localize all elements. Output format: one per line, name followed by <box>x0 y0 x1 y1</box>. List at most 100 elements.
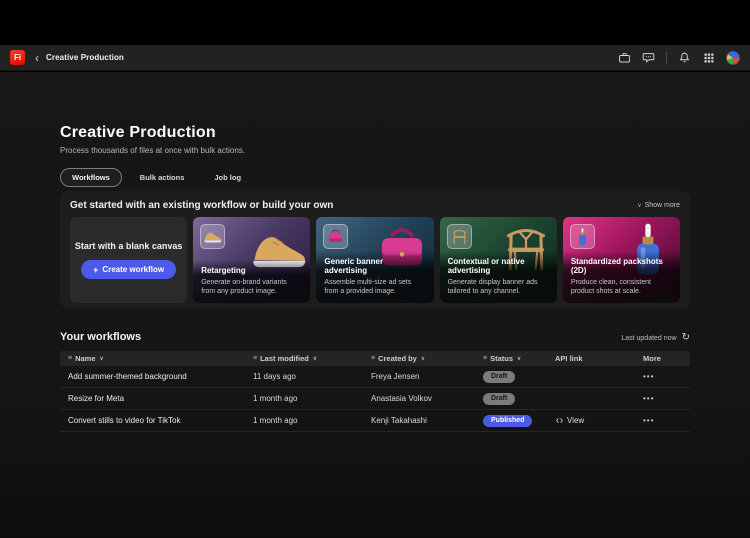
workflow-name[interactable]: Add summer-themed background <box>60 372 245 381</box>
template-card-generic-banner[interactable]: Generic banner advertising Assemble mult… <box>316 217 433 303</box>
appbar-divider <box>666 52 667 64</box>
handbag-thumb-icon <box>326 227 345 246</box>
blank-canvas-title: Start with a blank canvas <box>75 241 183 251</box>
page-subtitle: Process thousands of files at once with … <box>60 146 690 155</box>
api-link-label: View <box>567 416 584 425</box>
filter-icon: ≡ <box>68 355 72 362</box>
chevron-down-icon: ∨ <box>100 356 104 362</box>
workflow-name[interactable]: Convert stills to video for TikTok <box>60 416 245 425</box>
template-cards: Start with a blank canvas + Create workf… <box>70 217 680 303</box>
last-updated: Last updated now ↻ <box>621 333 690 343</box>
tab-bulk-actions[interactable]: Bulk actions <box>128 168 197 187</box>
workflows-table: ≡ Name ∨ ≡ Last modified ∨ ≡ Created by … <box>60 351 690 432</box>
column-label: Created by <box>378 354 417 363</box>
filter-icon: ≡ <box>483 355 487 362</box>
card-title: Contextual or native advertising <box>448 257 549 275</box>
api-link-view[interactable]: View <box>555 416 584 425</box>
chevron-down-icon: ∨ <box>517 356 521 362</box>
workflow-last-modified: 11 days ago <box>245 372 363 381</box>
breadcrumb: Creative Production <box>46 53 124 62</box>
column-label: Status <box>490 354 513 363</box>
card-title: Generic banner advertising <box>324 257 425 275</box>
workflow-name[interactable]: Resize for Meta <box>60 394 245 403</box>
workflow-last-modified: 1 month ago <box>245 416 363 425</box>
generic-banner-thumbnail <box>323 224 348 249</box>
retargeting-text: Retargeting Generate on-brand variants f… <box>193 260 310 303</box>
column-header-more: More <box>635 354 690 363</box>
more-actions-icon[interactable]: ••• <box>643 394 654 403</box>
template-card-packshots[interactable]: Standardized packshots (2D) Produce clea… <box>563 217 680 303</box>
status-badge: Draft <box>483 371 515 383</box>
column-label: More <box>643 354 661 363</box>
chair-thumb-icon <box>450 227 469 246</box>
show-more-label: Show more <box>645 202 680 209</box>
column-header-last-modified[interactable]: ≡ Last modified ∨ <box>245 354 363 363</box>
column-label: API link <box>555 354 583 363</box>
workspace-briefcase-icon[interactable] <box>618 51 631 64</box>
get-started-panel: Get started with an existing workflow or… <box>60 191 690 308</box>
workflow-created-by: Kenji Takahashi <box>363 416 475 425</box>
generic-banner-text: Generic banner advertising Assemble mult… <box>316 251 433 303</box>
filter-icon: ≡ <box>253 355 257 362</box>
firefly-logo-icon[interactable]: Fi <box>10 50 25 65</box>
feedback-chat-icon[interactable] <box>642 51 655 64</box>
column-label: Last modified <box>260 354 309 363</box>
column-header-name[interactable]: ≡ Name ∨ <box>60 354 245 363</box>
workflows-header: Your workflows Last updated now ↻ <box>60 331 690 343</box>
column-label: Name <box>75 354 95 363</box>
tab-job-log[interactable]: Job log <box>202 168 253 187</box>
create-workflow-button[interactable]: + Create workflow <box>81 260 176 279</box>
create-workflow-label: Create workflow <box>102 265 164 274</box>
workflow-last-modified: 1 month ago <box>245 394 363 403</box>
template-card-retargeting[interactable]: Retargeting Generate on-brand variants f… <box>193 217 310 303</box>
packshots-thumbnail <box>570 224 595 249</box>
filter-icon: ≡ <box>371 355 375 362</box>
card-title: Standardized packshots (2D) <box>571 257 672 275</box>
screen: Fi ‹ Creative Production <box>0 0 750 538</box>
packshots-text: Standardized packshots (2D) Produce clea… <box>563 251 680 303</box>
main-content: Creative Production Process thousands of… <box>0 72 750 538</box>
workflow-created-by: Freya Jensen <box>363 372 475 381</box>
bottle-thumb-icon <box>573 227 592 246</box>
more-actions-icon[interactable]: ••• <box>643 416 654 425</box>
code-link-icon <box>555 416 564 425</box>
app-launcher-grid-icon[interactable] <box>702 51 715 64</box>
contextual-thumbnail <box>447 224 472 249</box>
app-bar: Fi ‹ Creative Production <box>0 45 750 71</box>
last-updated-label: Last updated now <box>621 335 676 342</box>
blank-canvas-card[interactable]: Start with a blank canvas + Create workf… <box>70 217 187 303</box>
refresh-icon[interactable]: ↻ <box>682 333 690 343</box>
card-title: Retargeting <box>201 266 302 275</box>
workflow-created-by: Anastasia Volkov <box>363 394 475 403</box>
sneaker-thumb-icon <box>203 227 222 246</box>
card-description: Generate on-brand variants from any prod… <box>201 278 302 296</box>
table-row[interactable]: Resize for Meta 1 month ago Anastasia Vo… <box>60 388 690 410</box>
card-description: Assemble multi-size ad sets from a provi… <box>324 278 425 296</box>
user-avatar[interactable] <box>726 51 740 65</box>
status-badge: Published <box>483 415 532 427</box>
tab-workflows[interactable]: Workflows <box>60 168 122 187</box>
workflows-title: Your workflows <box>60 331 141 343</box>
card-description: Generate display banner ads tailored to … <box>448 278 549 296</box>
chevron-down-icon: ∨ <box>313 356 317 362</box>
notifications-bell-icon[interactable] <box>678 51 691 64</box>
app-bar-actions <box>618 51 740 65</box>
column-header-api-link: API link <box>547 354 635 363</box>
chevron-down-icon: ∨ <box>637 202 641 209</box>
chevron-down-icon: ∨ <box>421 356 425 362</box>
column-header-status[interactable]: ≡ Status ∨ <box>475 354 547 363</box>
status-badge: Draft <box>483 393 515 405</box>
show-more-button[interactable]: ∨ Show more <box>637 202 680 209</box>
column-header-created-by[interactable]: ≡ Created by ∨ <box>363 354 475 363</box>
contextual-text: Contextual or native advertising Generat… <box>440 251 557 303</box>
more-actions-icon[interactable]: ••• <box>643 372 654 381</box>
tab-bar: Workflows Bulk actions Job log <box>60 168 690 187</box>
back-chevron-icon[interactable]: ‹ <box>35 52 39 64</box>
get-started-title: Get started with an existing workflow or… <box>70 200 333 211</box>
page-title: Creative Production <box>60 124 690 142</box>
retargeting-thumbnail <box>200 224 225 249</box>
template-card-contextual[interactable]: Contextual or native advertising Generat… <box>440 217 557 303</box>
table-row[interactable]: Add summer-themed background 11 days ago… <box>60 366 690 388</box>
table-row[interactable]: Convert stills to video for TikTok 1 mon… <box>60 410 690 432</box>
table-header-row: ≡ Name ∨ ≡ Last modified ∨ ≡ Created by … <box>60 351 690 366</box>
